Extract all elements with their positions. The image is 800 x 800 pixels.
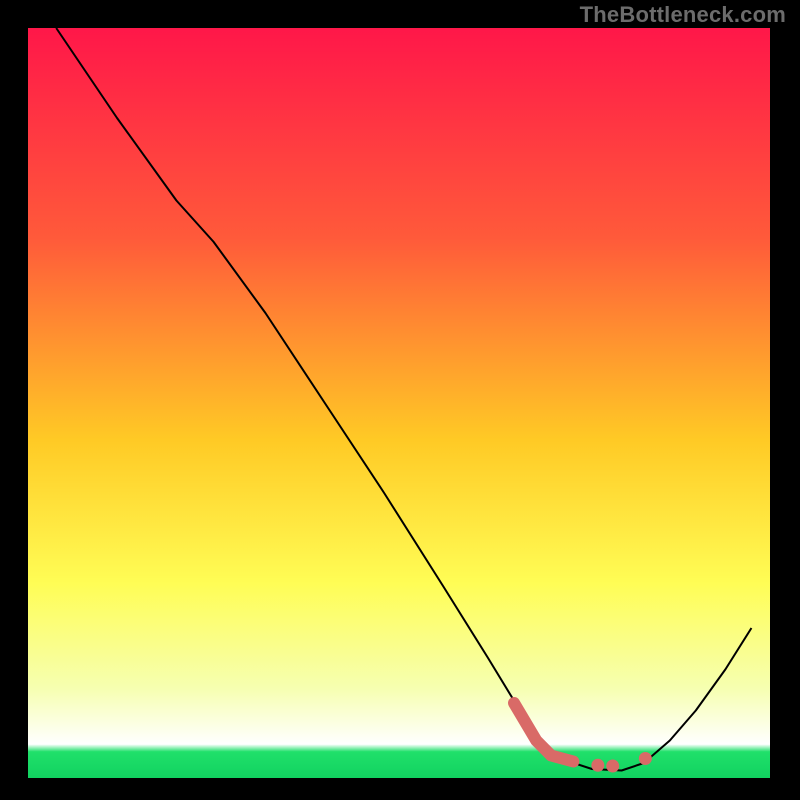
highlight-dot [639,752,652,765]
bottleneck-chart: TheBottleneck.com [0,0,800,800]
plot-area [28,28,770,778]
highlight-dot [591,759,604,772]
chart-svg [0,0,800,800]
highlight-dot [606,760,619,773]
watermark-text: TheBottleneck.com [580,2,786,28]
